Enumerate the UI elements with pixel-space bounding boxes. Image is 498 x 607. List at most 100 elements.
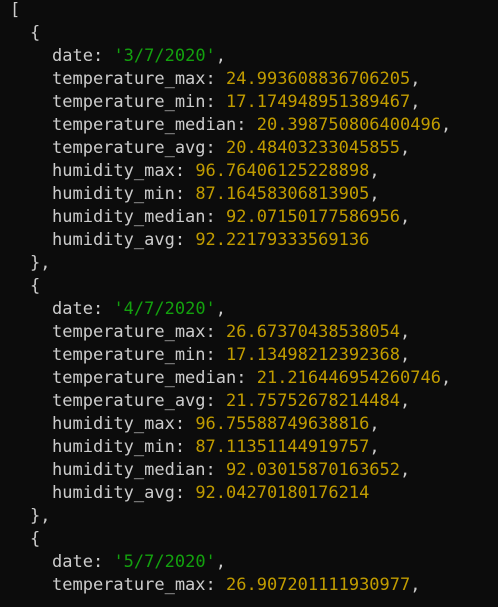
field-key: temperature_median <box>52 368 237 388</box>
colon-separator: : <box>205 391 227 411</box>
record-field-line: temperature_max: 26.67370438538054, <box>10 321 498 344</box>
comma: , <box>440 368 452 388</box>
field-number-value: 21.216446954260746 <box>256 368 441 388</box>
comma: , <box>400 460 411 480</box>
record-field-line: temperature_median: 20.398750806400496, <box>10 114 498 137</box>
comma: , <box>400 391 411 411</box>
colon-separator: : <box>174 414 196 434</box>
comma: , <box>400 322 411 342</box>
colon-separator: : <box>205 345 227 365</box>
field-key: temperature_avg <box>52 391 206 411</box>
field-number-value: 92.07150177586956 <box>226 207 401 227</box>
comma: , <box>400 138 411 158</box>
record-field-line: temperature_avg: 20.48403233045855, <box>10 137 498 160</box>
field-number-value: 20.48403233045855 <box>226 138 401 158</box>
comma: , <box>369 437 380 457</box>
comma: , <box>410 575 421 595</box>
record-field-line: temperature_avg: 21.75752678214484, <box>10 390 498 413</box>
field-key: temperature_avg <box>52 138 206 158</box>
field-string-value: '4/7/2020' <box>113 299 216 319</box>
record-open-brace: { <box>30 23 41 43</box>
field-number-value: 87.16458306813905 <box>195 184 370 204</box>
field-number-value: 24.993608836706205 <box>226 69 411 89</box>
record-field-line: humidity_max: 96.76406125228898, <box>10 160 498 183</box>
field-key: humidity_max <box>52 161 175 181</box>
record-field-line: temperature_median: 21.216446954260746, <box>10 367 498 390</box>
field-string-value: '5/7/2020' <box>113 552 216 572</box>
record-field-line: date: '3/7/2020', <box>10 45 498 68</box>
record-field-line: date: '5/7/2020', <box>10 551 498 574</box>
field-key: temperature_median <box>52 115 237 135</box>
comma: , <box>400 345 411 365</box>
colon-separator: : <box>174 483 196 503</box>
field-key: humidity_max <box>52 414 175 434</box>
record-close-brace: }, <box>30 506 51 526</box>
comma: , <box>215 46 227 66</box>
field-key: humidity_median <box>52 460 206 480</box>
field-key: temperature_max <box>52 322 206 342</box>
record-field-line: temperature_max: 24.993608836706205, <box>10 68 498 91</box>
console-output: [ {date: '3/7/2020', temperature_max: 24.… <box>10 0 498 607</box>
field-number-value: 21.75752678214484 <box>226 391 401 411</box>
field-number-value: 92.22179333569136 <box>195 230 370 250</box>
record-field-line: humidity_min: 87.16458306813905, <box>10 183 498 206</box>
colon-separator: : <box>174 230 196 250</box>
field-key: humidity_min <box>52 184 175 204</box>
comma: , <box>215 299 227 319</box>
record-field-line: temperature_max: 26.907201111930977, <box>10 574 498 597</box>
comma: , <box>400 207 411 227</box>
colon-separator: : <box>174 184 196 204</box>
field-number-value: 92.03015870163652 <box>226 460 401 480</box>
record-field-line: humidity_avg: 92.04270180176214 <box>10 482 498 505</box>
field-number-value: 17.13498212392368 <box>226 345 401 365</box>
colon-separator: : <box>236 115 257 135</box>
comma: , <box>410 92 421 112</box>
field-key: humidity_avg <box>52 230 175 250</box>
comma: , <box>410 69 421 89</box>
colon-separator: : <box>174 437 196 457</box>
field-key: date <box>52 299 93 319</box>
colon-separator: : <box>205 575 227 595</box>
field-key: humidity_min <box>52 437 175 457</box>
record-field-line: humidity_avg: 92.22179333569136 <box>10 229 498 252</box>
record-open-brace: { <box>30 529 41 549</box>
field-number-value: 20.398750806400496 <box>256 115 441 135</box>
comma: , <box>369 184 380 204</box>
field-string-value: '3/7/2020' <box>113 46 216 66</box>
field-key: humidity_median <box>52 207 206 227</box>
field-key: temperature_min <box>52 92 206 112</box>
field-number-value: 92.04270180176214 <box>195 483 370 503</box>
colon-separator: : <box>236 368 257 388</box>
colon-separator: : <box>205 138 227 158</box>
field-number-value: 96.75588749638816 <box>195 414 370 434</box>
record-open-brace: { <box>30 276 41 296</box>
colon-separator: : <box>174 161 196 181</box>
comma: , <box>369 414 380 434</box>
comma: , <box>369 161 380 181</box>
record-field-line: date: '4/7/2020', <box>10 298 498 321</box>
field-key: date <box>52 552 93 572</box>
record-field-line: humidity_median: 92.03015870163652, <box>10 459 498 482</box>
field-key: temperature_min <box>52 345 206 365</box>
colon-separator: : <box>92 552 114 572</box>
field-number-value: 96.76406125228898 <box>195 161 370 181</box>
field-number-value: 26.907201111930977 <box>226 575 411 595</box>
colon-separator: : <box>92 299 114 319</box>
record-field-line: humidity_median: 92.07150177586956, <box>10 206 498 229</box>
record-field-line: humidity_min: 87.11351144919757, <box>10 436 498 459</box>
colon-separator: : <box>92 46 114 66</box>
comma: , <box>440 115 452 135</box>
colon-separator: : <box>205 460 227 480</box>
colon-separator: : <box>205 207 227 227</box>
array-open-bracket: [ <box>10 0 21 20</box>
field-key: temperature_max <box>52 69 206 89</box>
record-field-line: humidity_max: 96.75588749638816, <box>10 413 498 436</box>
comma: , <box>215 552 227 572</box>
field-number-value: 87.11351144919757 <box>195 437 370 457</box>
colon-separator: : <box>205 322 227 342</box>
field-number-value: 17.174948951389467 <box>226 92 411 112</box>
field-number-value: 26.67370438538054 <box>226 322 401 342</box>
field-key: temperature_max <box>52 575 206 595</box>
colon-separator: : <box>205 92 227 112</box>
record-close-brace: }, <box>30 253 51 273</box>
